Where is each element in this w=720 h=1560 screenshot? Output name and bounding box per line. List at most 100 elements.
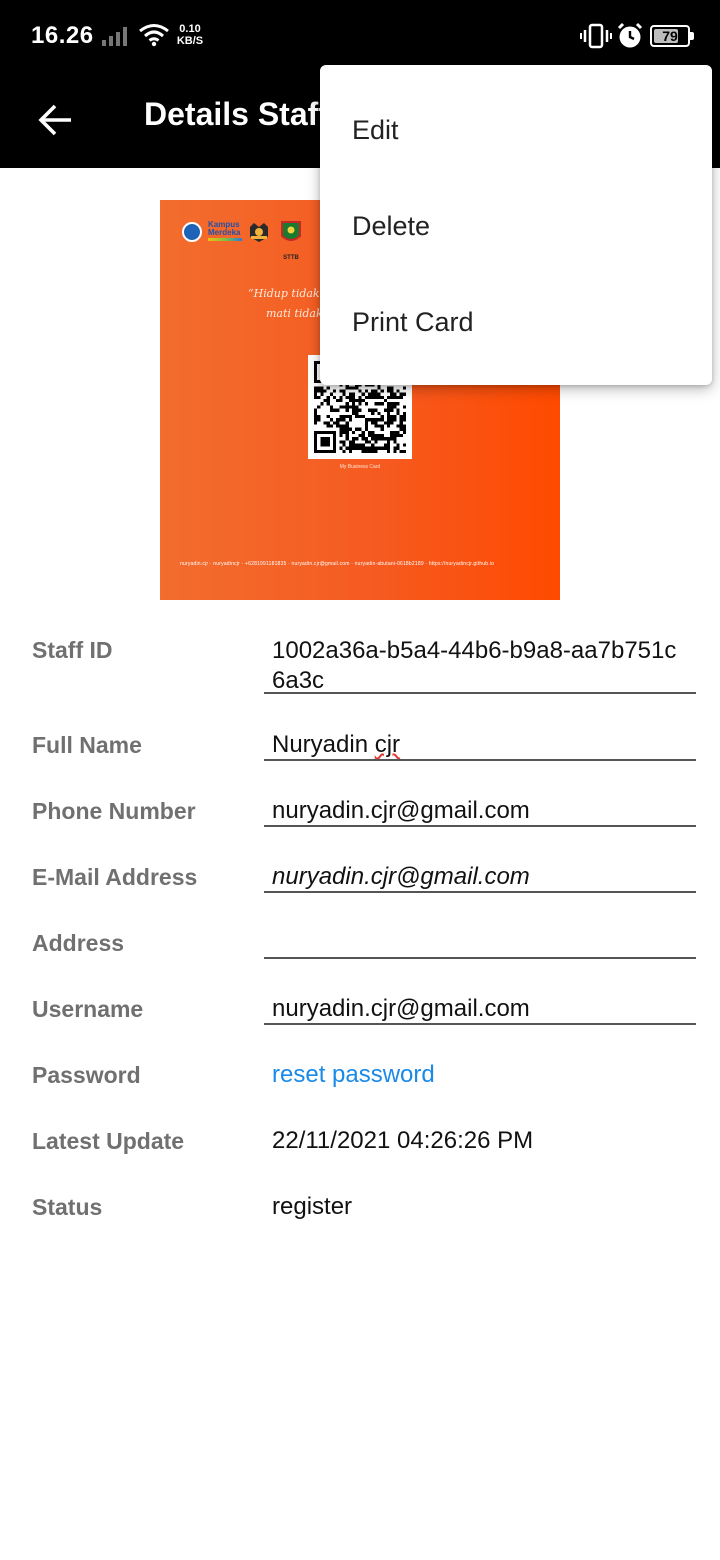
vibrate-icon	[580, 23, 612, 49]
qr-module	[367, 440, 372, 444]
qr-module	[348, 427, 353, 431]
network-speed-unit: KB/S	[176, 35, 204, 47]
wifi-icon	[139, 24, 169, 47]
card-quote-line-2: mati tidak	[266, 307, 323, 320]
qr-module	[390, 405, 394, 409]
qr-module	[383, 408, 387, 412]
qr-module	[396, 402, 400, 406]
qr-module	[380, 433, 384, 438]
qr-module	[396, 411, 400, 415]
status-label: Status	[32, 1194, 103, 1220]
full-name-field[interactable]: Nuryadin cjr	[272, 730, 682, 760]
qr-module	[393, 433, 397, 438]
qr-module	[317, 395, 321, 400]
staff-id-field[interactable]: 1002a36a-b5a4-44b6-b9a8-aa7b751c6a3c	[272, 636, 682, 696]
qr-module	[402, 449, 406, 453]
qr-module	[390, 386, 394, 390]
qr-module	[402, 430, 406, 434]
qr-module	[361, 392, 365, 396]
phone-number-field[interactable]: nuryadin.cjr@gmail.com	[272, 796, 682, 826]
qr-finder-pattern	[320, 437, 330, 447]
qr-module	[336, 424, 340, 428]
qr-module	[390, 437, 394, 441]
username-underline	[264, 1023, 696, 1025]
qr-module	[396, 408, 400, 412]
qr-module	[345, 386, 349, 390]
qr-module	[374, 424, 378, 428]
qr-module	[393, 405, 397, 409]
qr-module	[336, 418, 340, 422]
qr-module	[374, 395, 378, 400]
qr-module	[399, 418, 403, 422]
card-caption: My Business Card	[339, 464, 381, 470]
qr-module	[396, 433, 400, 438]
staff-id-underline	[264, 692, 696, 694]
qr-module	[352, 446, 356, 450]
qr-module	[399, 433, 403, 438]
qr-module	[386, 424, 391, 428]
qr-module	[396, 389, 400, 393]
qr-module	[361, 449, 365, 453]
back-button[interactable]	[24, 88, 88, 152]
qr-module	[352, 408, 356, 412]
qr-module	[352, 405, 356, 409]
qr-module	[342, 443, 346, 447]
qr-module	[374, 402, 378, 406]
qr-module	[380, 414, 384, 419]
qr-module	[355, 411, 359, 415]
alarm-icon	[617, 22, 643, 48]
qr-module	[377, 392, 381, 396]
qr-module	[314, 411, 318, 415]
qr-module	[329, 405, 334, 409]
qr-module	[364, 440, 368, 444]
qr-module	[399, 392, 403, 396]
qr-module	[358, 402, 362, 406]
qr-module	[355, 405, 359, 409]
qr-module	[320, 386, 324, 390]
menu-item-delete[interactable]: Delete	[320, 178, 712, 274]
qr-module	[345, 437, 349, 441]
qr-module	[345, 402, 349, 406]
qr-module	[377, 446, 381, 450]
latest-update-label: Latest Update	[32, 1128, 185, 1154]
qr-module	[386, 443, 391, 447]
address-field[interactable]	[272, 928, 682, 958]
card-quote: “Hidup tidak mati tidak	[248, 284, 323, 324]
reset-password-link[interactable]: reset password	[272, 1060, 435, 1090]
qr-module	[339, 427, 343, 431]
qr-module	[339, 424, 343, 428]
kampus-merdeka-stripe	[208, 238, 242, 241]
qr-module	[361, 430, 365, 434]
menu-item-edit[interactable]: Edit	[320, 82, 712, 178]
qr-module	[367, 392, 372, 396]
qr-module	[374, 418, 378, 422]
qr-module	[393, 414, 397, 419]
menu-item-print-card[interactable]: Print Card	[320, 274, 712, 370]
qr-module	[399, 449, 403, 453]
qr-module	[371, 418, 375, 422]
qr-module	[314, 408, 318, 412]
qr-module	[355, 437, 359, 441]
email-underline	[264, 891, 696, 893]
qr-module	[380, 424, 384, 428]
qr-module	[393, 440, 397, 444]
qr-module	[390, 418, 394, 422]
qr-module	[345, 414, 349, 419]
qr-module	[352, 399, 356, 403]
qr-module	[348, 446, 353, 450]
username-field[interactable]: nuryadin.cjr@gmail.com	[272, 994, 682, 1024]
status-bar: 16.26 0.10 KB/S 79	[0, 0, 720, 72]
qr-module	[358, 408, 362, 412]
qr-module	[374, 421, 378, 425]
qr-module	[345, 433, 349, 438]
email-field[interactable]: nuryadin.cjr@gmail.com	[272, 862, 682, 892]
qr-module	[364, 424, 368, 428]
qr-module	[339, 430, 343, 434]
qr-module	[364, 389, 368, 393]
qr-module	[361, 437, 365, 441]
qr-module	[339, 446, 343, 450]
full-name-label: Full Name	[32, 732, 142, 758]
qr-module	[339, 433, 343, 438]
qr-module	[399, 424, 403, 428]
qr-module	[386, 449, 391, 453]
